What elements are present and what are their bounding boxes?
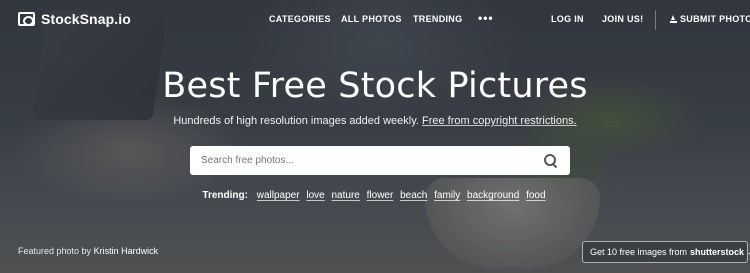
credit-prefix: Featured photo by: [18, 246, 92, 256]
more-menu-icon[interactable]: •••: [478, 11, 494, 25]
hero-subtitle-text: Hundreds of high resolution images added…: [173, 115, 419, 127]
trending-tag[interactable]: love: [306, 190, 324, 201]
camera-icon: [18, 12, 35, 26]
hero-overlay: [0, 0, 750, 273]
credit-author-link[interactable]: Kristin Hardwick: [94, 246, 159, 256]
nav-trending[interactable]: TRENDING: [413, 14, 462, 24]
trending-label: Trending:: [202, 190, 248, 201]
site-header: StockSnap.io CATEGORIES ALL PHOTOS TREND…: [0, 0, 750, 38]
trending-tags: Trending: wallpaper love nature flower b…: [0, 190, 750, 201]
copyright-link[interactable]: Free from copyright restrictions.: [422, 115, 577, 127]
nav-join-us[interactable]: JOIN US!: [602, 14, 643, 24]
nav-submit-photos[interactable]: SUBMIT PHOTOS: [670, 14, 750, 24]
promo-text: Get 10 free images from: [590, 247, 688, 257]
trending-tag[interactable]: nature: [332, 190, 360, 201]
promo-brand: shutterstock: [690, 247, 745, 257]
shutterstock-promo-button[interactable]: Get 10 free images from shutterstock: [582, 241, 750, 263]
search-input[interactable]: [190, 146, 544, 175]
trending-tag[interactable]: wallpaper: [257, 190, 300, 201]
hero-title: Best Free Stock Pictures: [162, 66, 588, 106]
trending-tag[interactable]: food: [526, 190, 545, 201]
hero-subtitle: Hundreds of high resolution images added…: [0, 115, 750, 127]
logo-text: StockSnap.io: [41, 11, 131, 27]
nav-log-in[interactable]: LOG IN: [551, 14, 584, 24]
photo-credit: Featured photo by Kristin Hardwick: [18, 246, 158, 256]
trending-tag[interactable]: family: [434, 190, 460, 201]
trending-tag[interactable]: beach: [400, 190, 427, 201]
search-icon[interactable]: [544, 153, 558, 168]
trending-tag[interactable]: flower: [367, 190, 394, 201]
logo[interactable]: StockSnap.io: [18, 11, 131, 27]
trending-tag[interactable]: background: [467, 190, 519, 201]
nav-categories[interactable]: CATEGORIES: [269, 14, 331, 24]
nav-divider: [655, 10, 656, 30]
search-bar: [190, 146, 570, 175]
nav-all-photos[interactable]: ALL PHOTOS: [341, 14, 402, 24]
upload-icon: [670, 15, 677, 23]
submit-photos-label: SUBMIT PHOTOS: [680, 14, 750, 24]
